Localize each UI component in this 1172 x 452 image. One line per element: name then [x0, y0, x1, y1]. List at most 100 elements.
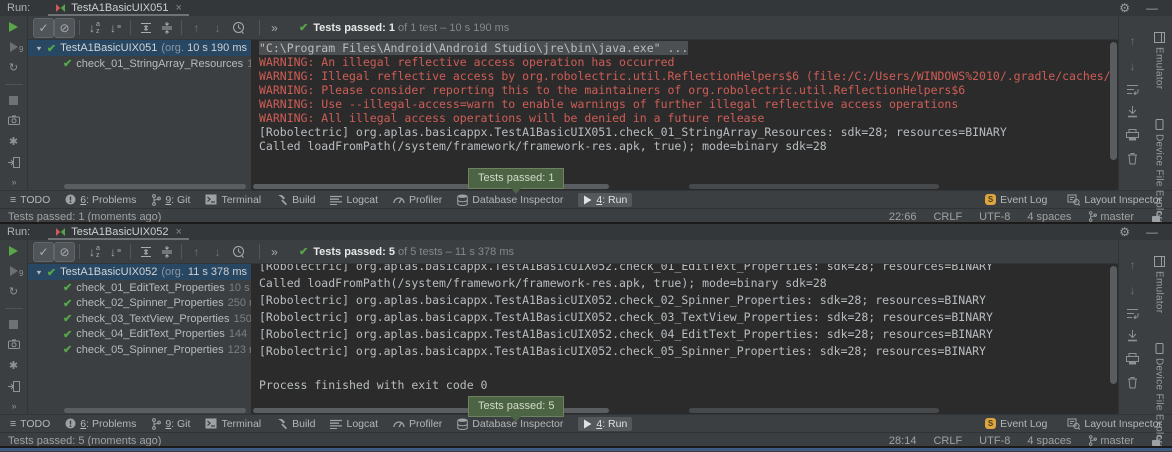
toolwindow-logcat[interactable]: Logcat [330, 194, 378, 206]
print-icon[interactable] [1126, 129, 1139, 141]
toolwindow-build[interactable]: Build [276, 194, 315, 206]
caret-position[interactable]: 28:14 [889, 435, 917, 447]
file-encoding[interactable]: UTF-8 [979, 435, 1010, 447]
toolwindow-todo[interactable]: ≡TODO [10, 418, 50, 430]
show-passed-toggle[interactable]: ✓ [33, 18, 54, 38]
show-passed-toggle[interactable]: ✓ [33, 242, 54, 262]
expand-all-icon[interactable] [135, 18, 156, 38]
test-tree-row[interactable]: ✔ check_01_StringArray_Resources 10 s 19… [28, 56, 251, 72]
run-console-output[interactable]: [Robolectric] org.aplas.basicappx.TestA1… [251, 264, 1118, 406]
caret-position[interactable]: 22:66 [889, 211, 917, 223]
toolbar-overflow-icon[interactable]: » [11, 177, 15, 187]
scroll-down-icon[interactable]: ↓ [1130, 283, 1136, 297]
clear-console-icon[interactable] [1127, 376, 1138, 389]
tree-horizontal-scrollbar[interactable] [28, 182, 251, 190]
file-encoding[interactable]: UTF-8 [979, 211, 1010, 223]
test-tree-row[interactable]: ✔ check_03_TextView_Properties 150 ms [28, 311, 251, 327]
test-tree-row[interactable]: ✔ check_05_Spinner_Properties 123 ms [28, 342, 251, 358]
navigate-to-test-icon[interactable] [7, 157, 21, 168]
stop-button[interactable] [7, 95, 21, 106]
sort-alphabetically-icon[interactable]: ↓az [84, 242, 105, 262]
navigate-to-test-icon[interactable] [7, 381, 21, 392]
scroll-down-icon[interactable]: ↓ [1130, 59, 1136, 73]
test-history-icon[interactable] [228, 242, 249, 262]
console-vertical-scrollbar[interactable] [1108, 40, 1118, 182]
console-horizontal-scrollbar[interactable] [251, 406, 1118, 414]
collapse-all-icon[interactable] [156, 18, 177, 38]
tool-stripe-device-file-explorer[interactable]: Device File Explorer [1154, 343, 1165, 448]
rerun-failed-tests-button[interactable]: 9 [7, 265, 21, 276]
toolbar-overflow-icon[interactable]: » [11, 401, 15, 411]
tool-stripe-device-file-explorer[interactable]: Device File Explorer [1154, 119, 1165, 224]
test-tree[interactable]: ▼ ✔ TestA1BasicUIX052 (org.aplas.basica … [28, 264, 251, 406]
show-ignored-toggle[interactable]: ⊘ [54, 18, 75, 38]
test-settings-icon[interactable]: ✱ [7, 135, 21, 148]
toolwindow-database-inspector[interactable]: Database Inspector [457, 194, 563, 206]
indent-setting[interactable]: 4 spaces [1027, 435, 1071, 447]
git-branch-widget[interactable]: master [1088, 211, 1134, 223]
tree-horizontal-scrollbar[interactable] [28, 406, 251, 414]
layout-inspector-button[interactable]: Layout Inspector [1067, 194, 1162, 206]
collapse-all-icon[interactable] [156, 242, 177, 262]
close-icon[interactable]: × [175, 226, 181, 238]
test-tree-row[interactable]: ✔ check_04_EditText_Properties 144 ms [28, 327, 251, 343]
print-icon[interactable] [1126, 353, 1139, 365]
lock-icon[interactable] [1151, 211, 1162, 223]
toggle-auto-test-icon[interactable]: ↻ [7, 285, 21, 298]
toolwindow-terminal[interactable]: Terminal [205, 194, 261, 206]
toolwindow-todo[interactable]: ≡TODO [10, 194, 50, 206]
event-log-button[interactable]: SEvent Log [985, 194, 1047, 206]
test-tree[interactable]: ▼ ✔ TestA1BasicUIX051 (org.aplas.basica … [28, 40, 251, 182]
run-config-tab[interactable]: TestA1BasicUIX052 × [48, 224, 189, 240]
soft-wrap-icon[interactable] [1126, 84, 1139, 95]
test-tree-root-row[interactable]: ▼ ✔ TestA1BasicUIX052 (org.aplas.basica … [28, 264, 251, 280]
more-actions-icon[interactable]: » [264, 18, 285, 38]
more-actions-icon[interactable]: » [264, 242, 285, 262]
sort-by-duration-icon[interactable]: ↓≡ [105, 18, 126, 38]
toolwindow-logcat[interactable]: Logcat [330, 418, 378, 430]
toolwindow-profiler[interactable]: Profiler [393, 418, 442, 430]
gear-icon[interactable]: ⚙ [1119, 225, 1130, 239]
show-ignored-toggle[interactable]: ⊘ [54, 242, 75, 262]
toolwindow-terminal[interactable]: Terminal [205, 418, 261, 430]
close-icon[interactable]: × [175, 2, 181, 14]
indent-setting[interactable]: 4 spaces [1027, 211, 1071, 223]
line-separator[interactable]: CRLF [933, 211, 962, 223]
dump-threads-icon[interactable] [7, 339, 21, 350]
scroll-up-icon[interactable]: ↑ [1130, 34, 1136, 48]
run-config-tab[interactable]: TestA1BasicUIX051 × [48, 0, 189, 16]
status-message[interactable]: Tests passed: 1 (moments ago) [8, 211, 161, 223]
chevron-down-icon[interactable]: ▼ [35, 44, 43, 51]
toolwindow-problems[interactable]: 6: Problems [65, 194, 136, 206]
layout-inspector-button[interactable]: Layout Inspector [1067, 418, 1162, 430]
rerun-failed-tests-button[interactable]: 9 [7, 41, 21, 52]
test-tree-row[interactable]: ✔ check_02_Spinner_Properties 250 ms [28, 296, 251, 312]
soft-wrap-icon[interactable] [1126, 308, 1139, 319]
minimize-icon[interactable]: — [1146, 225, 1158, 239]
gear-icon[interactable]: ⚙ [1119, 1, 1130, 15]
toolwindow-build[interactable]: Build [276, 418, 315, 430]
sort-by-duration-icon[interactable]: ↓≡ [105, 242, 126, 262]
console-horizontal-scrollbar[interactable] [251, 182, 1118, 190]
test-tree-row[interactable]: ✔ check_01_EditText_Properties 10 s 711 … [28, 280, 251, 296]
test-tree-root-row[interactable]: ▼ ✔ TestA1BasicUIX051 (org.aplas.basica … [28, 40, 251, 56]
tool-stripe-emulator[interactable]: Emulator [1154, 256, 1165, 313]
minimize-icon[interactable]: — [1146, 1, 1158, 15]
git-branch-widget[interactable]: master [1088, 435, 1134, 447]
toggle-auto-test-icon[interactable]: ↻ [7, 61, 21, 74]
dump-threads-icon[interactable] [7, 115, 21, 126]
chevron-down-icon[interactable]: ▼ [35, 268, 43, 275]
next-failed-test-icon[interactable]: ↓ [207, 242, 228, 262]
test-settings-icon[interactable]: ✱ [7, 359, 21, 372]
rerun-button[interactable] [7, 21, 21, 32]
toolwindow-run[interactable]: 4: Run [578, 193, 632, 207]
toolwindow-git[interactable]: 9: Git [151, 418, 190, 430]
status-message[interactable]: Tests passed: 5 (moments ago) [8, 435, 161, 447]
clear-console-icon[interactable] [1127, 152, 1138, 165]
next-failed-test-icon[interactable]: ↓ [207, 18, 228, 38]
tool-stripe-emulator[interactable]: Emulator [1154, 32, 1165, 89]
toolwindow-problems[interactable]: 6: Problems [65, 418, 136, 430]
rerun-button[interactable] [7, 245, 21, 256]
previous-failed-test-icon[interactable]: ↑ [186, 242, 207, 262]
lock-icon[interactable] [1151, 435, 1162, 447]
